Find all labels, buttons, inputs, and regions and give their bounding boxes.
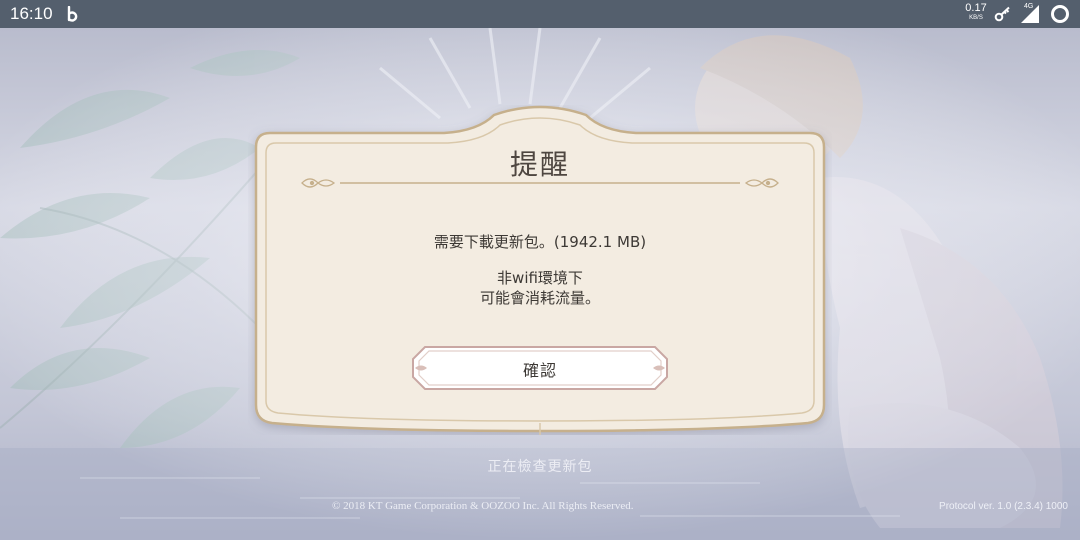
update-reminder-dialog: 提醒 需要下載更新包。(1942.1 MB) 非wifi環境下 可能會消耗流量。… [248,105,832,435]
b-logo-icon [66,5,80,26]
confirm-button[interactable]: 確認 [411,345,669,391]
vpn-key-icon [994,6,1012,26]
ornament-divider [301,178,779,188]
version-text: Protocol ver. 1.0 (2.3.4) 1000 [939,501,1068,512]
copyright-text: © 2018 KT Game Corporation & OOZOO Inc. … [332,500,634,512]
network-speed: 0.17 KB/S [965,2,987,22]
wifi-warning-line1: 非wifi環境下 [497,269,583,287]
signal-icon [1020,4,1040,28]
wifi-warning-line2: 可能會消耗流量。 [479,289,600,307]
confirm-button-label: 確認 [522,361,557,380]
update-check-status: 正在檢查更新包 [487,459,593,475]
battery-ring-icon [1050,4,1070,28]
status-bar: 16:10 0.17 KB/S 4G [0,0,1080,28]
clock: 16:10 [10,4,53,23]
download-size-message: 需要下載更新包。(1942.1 MB) [433,233,647,251]
